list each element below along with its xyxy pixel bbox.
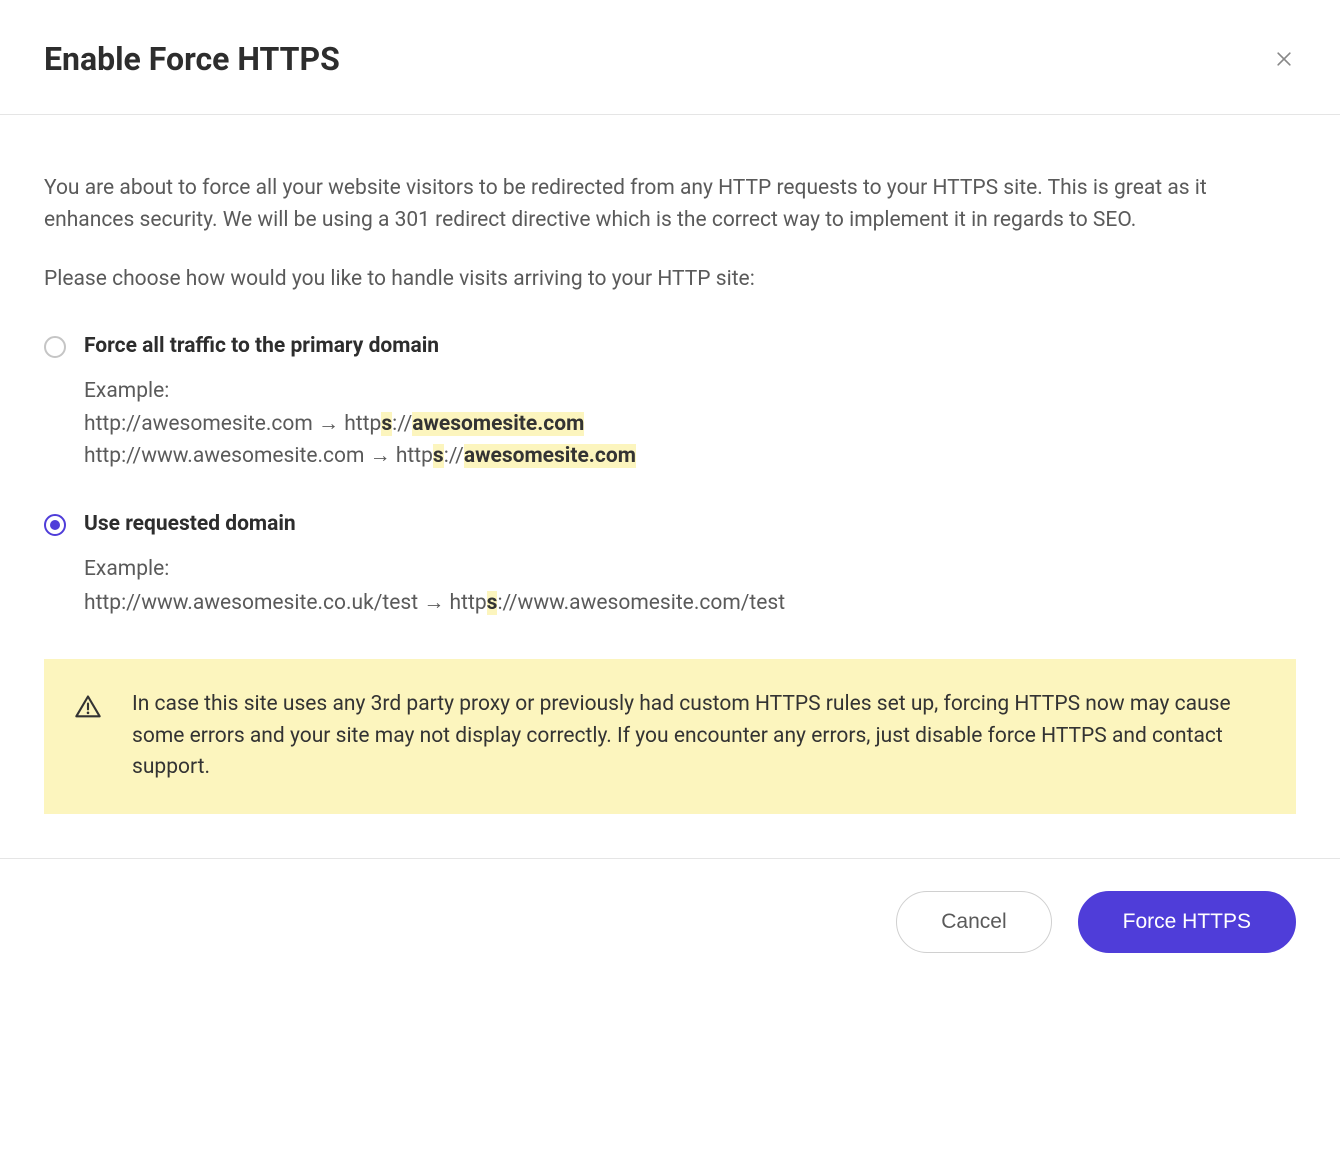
example-line: http://www.awesomesite.com → https://awe… <box>84 441 1296 473</box>
force-https-button[interactable]: Force HTTPS <box>1078 891 1296 953</box>
option-label: Use requested domain <box>84 512 1296 536</box>
example-line: http://www.awesomesite.co.uk/test → http… <box>84 588 1296 620</box>
example-label: Example: <box>84 376 1296 408</box>
prompt-text: Please choose how would you like to hand… <box>44 264 1296 296</box>
warning-icon <box>74 693 102 725</box>
intro-text: You are about to force all your website … <box>44 173 1296 236</box>
warning-box: In case this site uses any 3rd party pro… <box>44 659 1296 814</box>
example-line: http://awesomesite.com → https://awesome… <box>84 409 1296 441</box>
modal-title: Enable Force HTTPS <box>44 40 340 78</box>
radio-option-0[interactable] <box>44 336 66 358</box>
option-label: Force all traffic to the primary domain <box>84 334 1296 358</box>
radio-option-1[interactable] <box>44 514 66 536</box>
cancel-button[interactable]: Cancel <box>896 891 1051 953</box>
close-icon[interactable] <box>1272 47 1296 71</box>
example-label: Example: <box>84 554 1296 586</box>
warning-text: In case this site uses any 3rd party pro… <box>132 689 1266 784</box>
